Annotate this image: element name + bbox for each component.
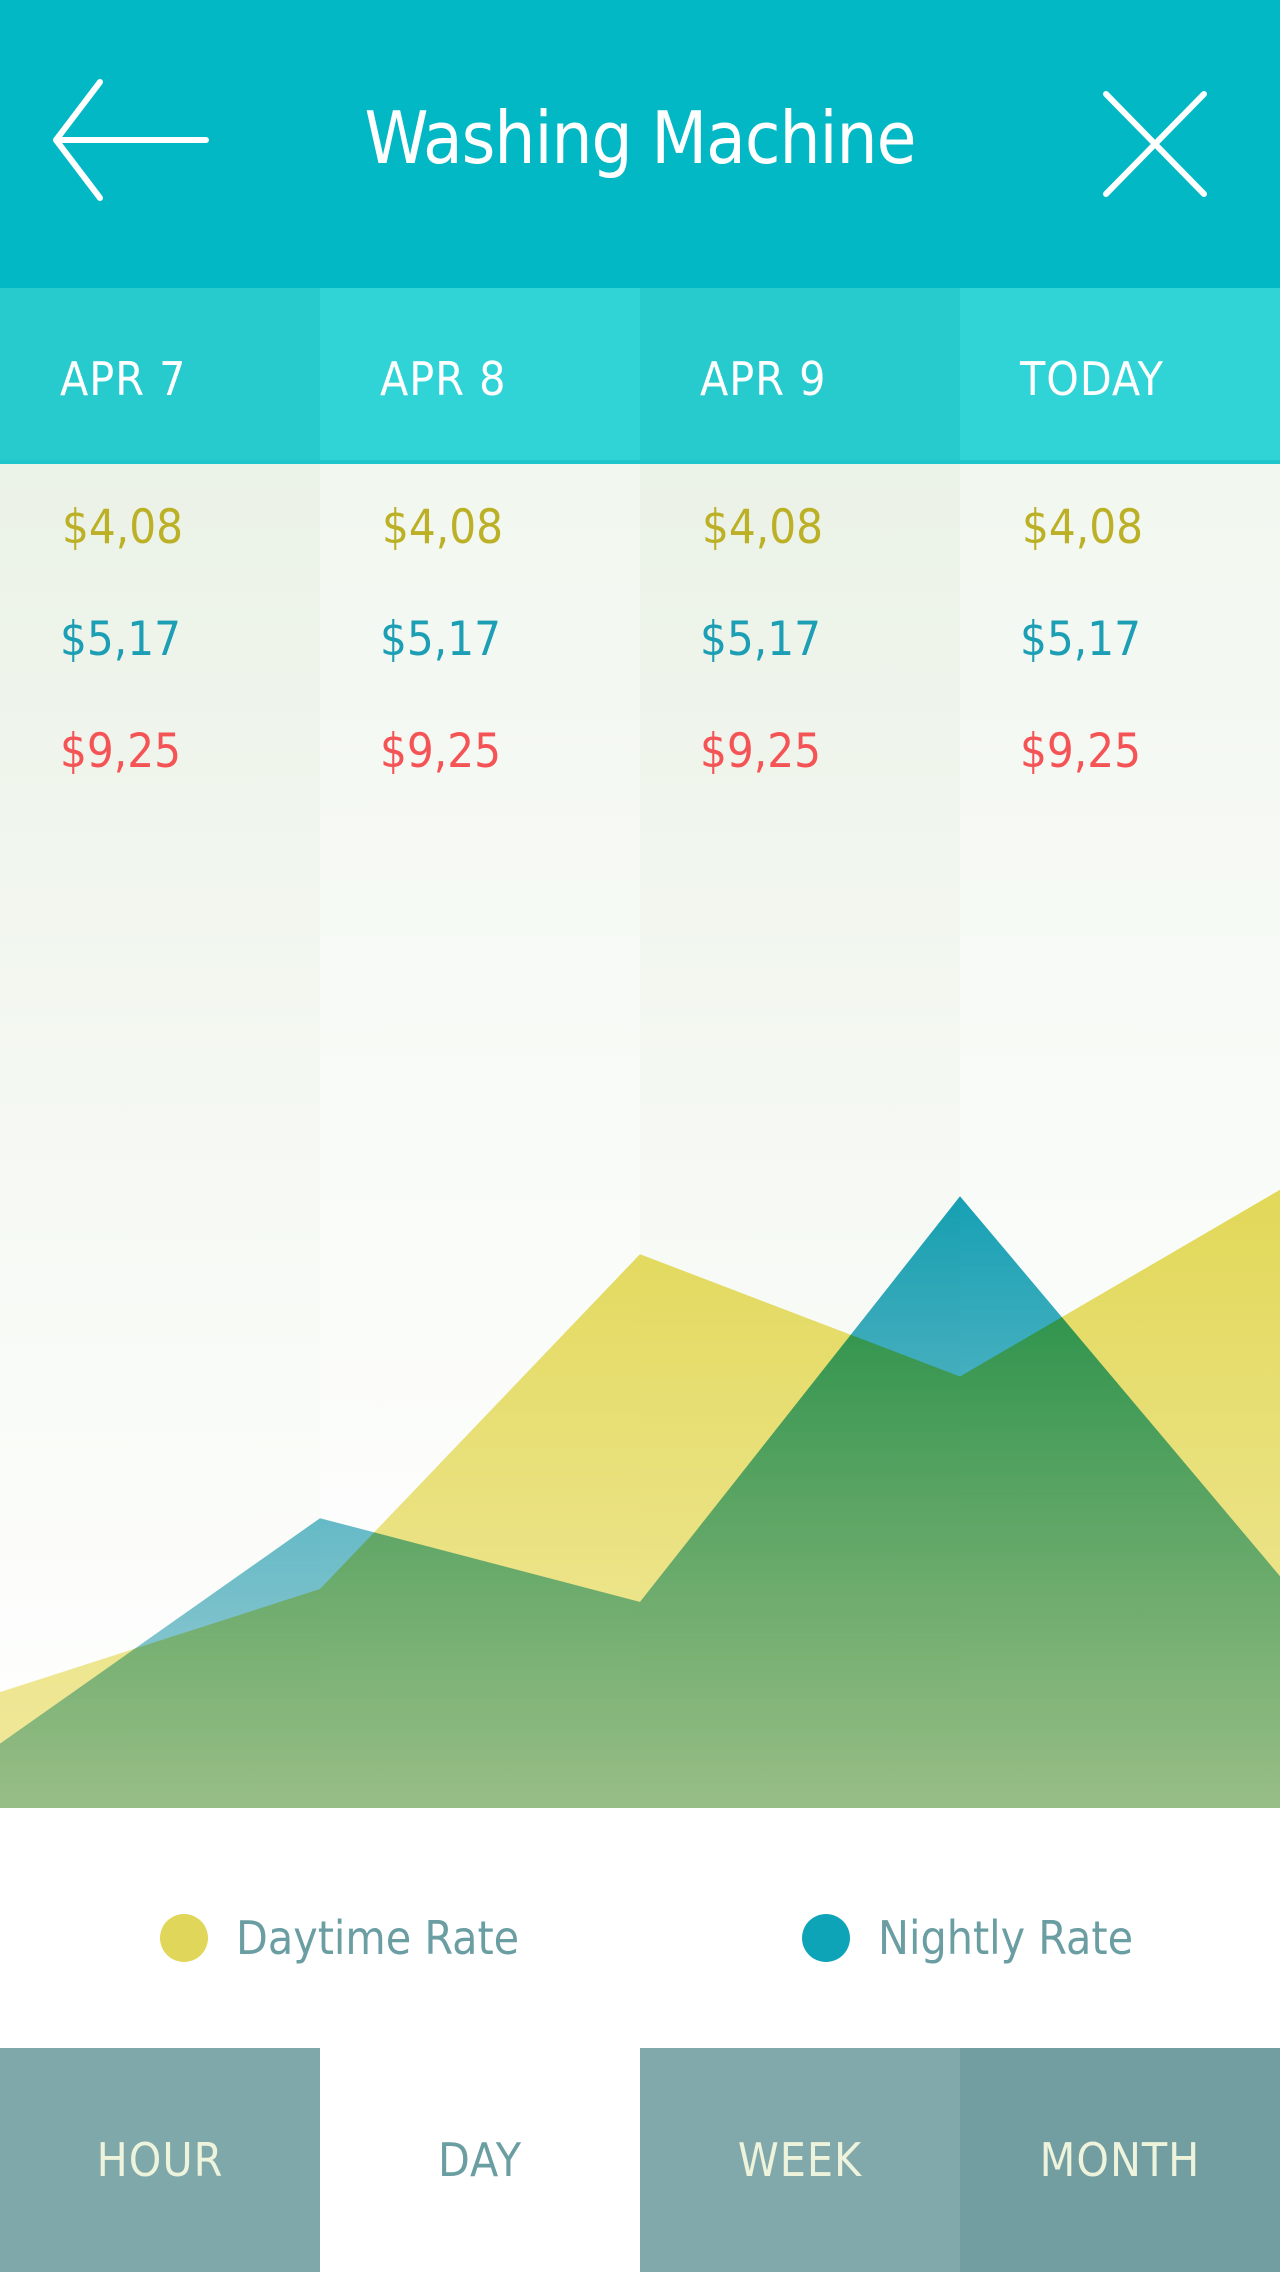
date-label: TODAY [1020,352,1164,406]
tab-hour[interactable]: HOUR [0,2048,320,2272]
close-icon [1103,91,1207,197]
area-chart [0,1189,1280,1808]
legend-label: Nightly Rate [878,1911,1134,1965]
period-tabs: HOUR DAY WEEK MONTH [0,2048,1280,2272]
date-header-row: APR 7 APR 8 APR 9 TODAY [0,288,1280,462]
close-button[interactable] [1100,90,1210,200]
tab-month[interactable]: MONTH [960,2048,1280,2272]
date-column-header[interactable]: APR 9 [640,288,960,462]
tab-day[interactable]: DAY [320,2048,640,2272]
date-label: APR 8 [380,352,507,406]
daytime-swatch-icon [160,1914,208,1962]
chart-legend: Daytime Rate Nightly Rate [0,1808,1280,2048]
top-bar: Washing Machine [0,0,1280,288]
nightly-swatch-icon [802,1914,850,1962]
legend-label: Daytime Rate [236,1911,520,1965]
date-column-header[interactable]: TODAY [960,288,1280,462]
tab-week[interactable]: WEEK [640,2048,960,2272]
date-column-header[interactable]: APR 7 [0,288,320,462]
date-column-header[interactable]: APR 8 [320,288,640,462]
legend-item-daytime: Daytime Rate [160,1908,519,1968]
date-label: APR 9 [700,352,827,406]
legend-item-nightly: Nightly Rate [802,1908,1133,1968]
date-label: APR 7 [60,352,187,406]
page-title: Washing Machine [364,96,917,180]
chart-area: $4,08 $5,17 $9,25 $4,08 $5,17 $9,25 $4,0… [0,464,1280,1808]
